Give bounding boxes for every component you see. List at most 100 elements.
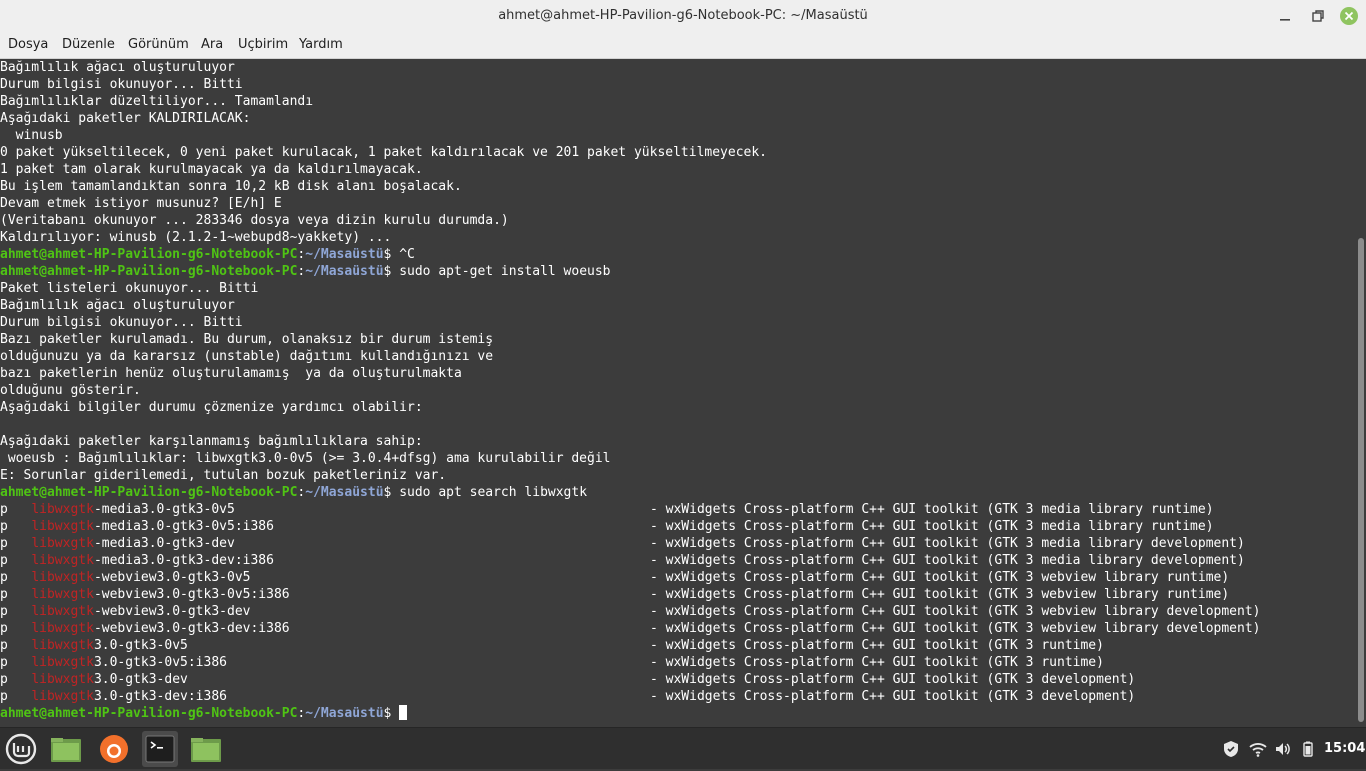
search-match: libwxgtk	[31, 638, 94, 653]
package-name-suffix: -media3.0-gtk3-dev	[93, 536, 235, 551]
package-row: p libwxgtk3.0-gtk3-dev:i386	[0, 688, 227, 705]
files-launcher[interactable]	[48, 731, 84, 767]
package-row: p libwxgtk-webview3.0-gtk3-0v5:i386	[0, 586, 290, 603]
prompt-path: ~/Masaüstü	[305, 485, 384, 500]
package-description: - wxWidgets Cross-platform C++ GUI toolk…	[650, 621, 1261, 636]
output-line: Bağımlılık ağacı oluşturuluyor	[0, 298, 235, 313]
prompt-line: ahmet@ahmet-HP-Pavilion-g6-Notebook-PC:~…	[0, 705, 408, 722]
prompt-symbol: $	[383, 264, 400, 279]
package-name-suffix: -webview3.0-gtk3-0v5	[93, 570, 251, 585]
package-name-suffix: -media3.0-gtk3-0v5	[93, 502, 235, 517]
package-status: p	[0, 672, 8, 687]
menubar: Dosya Düzenle Görünüm Ara Uçbirim Yardım	[0, 32, 1366, 59]
files-icon	[51, 738, 81, 762]
search-match: libwxgtk	[31, 587, 94, 602]
shield-icon[interactable]	[1222, 740, 1240, 758]
prompt-path: ~/Masaüstü	[305, 706, 384, 721]
menu-icon	[5, 733, 37, 765]
package-status: p	[0, 519, 8, 534]
maximize-icon[interactable]	[1309, 7, 1327, 25]
scrollbar-thumb[interactable]	[1358, 238, 1364, 722]
package-name-suffix: 3.0-gtk3-dev:i386	[93, 689, 227, 704]
package-description: - wxWidgets Cross-platform C++ GUI toolk…	[650, 689, 1136, 704]
prompt-symbol: $	[383, 706, 400, 721]
menu-edit[interactable]: Düzenle	[62, 32, 115, 58]
output-line: Aşağıdaki paketler karşılanmamış bağımlı…	[0, 434, 423, 449]
search-match: libwxgtk	[31, 553, 94, 568]
package-status: p	[0, 604, 8, 619]
menu-search[interactable]: Ara	[201, 32, 223, 58]
package-name-suffix: 3.0-gtk3-dev	[93, 672, 188, 687]
output-line: 0 paket yükseltilecek, 0 yeni paket kuru…	[0, 145, 768, 160]
window-title: ahmet@ahmet-HP-Pavilion-g6-Notebook-PC: …	[498, 8, 868, 23]
output-line: Aşağıdaki paketler KALDIRILACAK:	[0, 111, 251, 126]
prompt-symbol: $	[383, 485, 400, 500]
package-row: p libwxgtk-media3.0-gtk3-dev	[0, 535, 235, 552]
prompt-user: ahmet@ahmet-HP-Pavilion-g6-Notebook-PC	[0, 485, 298, 500]
menu-view[interactable]: Görünüm	[128, 32, 189, 58]
package-name-suffix: -webview3.0-gtk3-dev	[93, 604, 251, 619]
search-match: libwxgtk	[31, 570, 94, 585]
prompt-path: ~/Masaüstü	[305, 247, 384, 262]
output-line: (Veritabanı okunuyor ... 283346 dosya ve…	[0, 213, 509, 228]
package-row: p libwxgtk3.0-gtk3-0v5	[0, 637, 188, 654]
package-row: p libwxgtk-media3.0-gtk3-0v5	[0, 501, 235, 518]
package-name-suffix: 3.0-gtk3-0v5:i386	[93, 655, 227, 670]
menu-help[interactable]: Yardım	[299, 32, 343, 58]
command-text: sudo apt-get install woeusb	[399, 264, 611, 279]
search-match: libwxgtk	[31, 689, 94, 704]
package-name-suffix: 3.0-gtk3-0v5	[93, 638, 188, 653]
package-status: p	[0, 502, 8, 517]
package-description: - wxWidgets Cross-platform C++ GUI toolk…	[650, 536, 1245, 551]
minimize-icon[interactable]	[1276, 7, 1294, 25]
prompt-line: ahmet@ahmet-HP-Pavilion-g6-Notebook-PC:~…	[0, 484, 587, 501]
output-line: Bazı paketler kurulamadı. Bu durum, olan…	[0, 332, 494, 347]
package-status: p	[0, 536, 8, 551]
package-description: - wxWidgets Cross-platform C++ GUI toolk…	[650, 638, 1104, 653]
package-name-suffix: -webview3.0-gtk3-dev:i386	[93, 621, 290, 636]
battery-icon[interactable]	[1299, 740, 1317, 758]
package-name-suffix: -media3.0-gtk3-0v5:i386	[93, 519, 274, 534]
package-description: - wxWidgets Cross-platform C++ GUI toolk…	[650, 519, 1214, 534]
terminal-launcher[interactable]	[142, 731, 178, 767]
close-icon[interactable]	[1340, 7, 1358, 25]
package-row: p libwxgtk-media3.0-gtk3-dev:i386	[0, 552, 274, 569]
prompt-line: ahmet@ahmet-HP-Pavilion-g6-Notebook-PC:~…	[0, 246, 415, 263]
package-status: p	[0, 587, 8, 602]
output-line: Bağımlılık ağacı oluşturuluyor	[0, 60, 235, 75]
menu-file[interactable]: Dosya	[8, 32, 48, 58]
wifi-icon[interactable]	[1249, 740, 1267, 758]
menu-terminal[interactable]: Uçbirim	[238, 32, 288, 58]
window-titlebar: ahmet@ahmet-HP-Pavilion-g6-Notebook-PC: …	[0, 0, 1366, 32]
output-line: Durum bilgisi okunuyor... Bitti	[0, 315, 243, 330]
output-line: Durum bilgisi okunuyor... Bitti	[0, 77, 243, 92]
prompt-path: ~/Masaüstü	[305, 264, 384, 279]
output-line: E: Sorunlar giderilemedi, tutulan bozuk …	[0, 468, 447, 483]
terminal-output[interactable]: Bağımlılık ağacı oluşturuluyor Durum bilg…	[0, 59, 1366, 727]
package-row: p libwxgtk-media3.0-gtk3-0v5:i386	[0, 518, 274, 535]
package-description: - wxWidgets Cross-platform C++ GUI toolk…	[650, 655, 1104, 670]
search-match: libwxgtk	[31, 604, 94, 619]
package-description: - wxWidgets Cross-platform C++ GUI toolk…	[650, 587, 1230, 602]
package-status: p	[0, 655, 8, 670]
package-row: p libwxgtk3.0-gtk3-0v5:i386	[0, 654, 227, 671]
volume-icon[interactable]	[1274, 740, 1292, 758]
package-status: p	[0, 553, 8, 568]
command-text: ^C	[399, 247, 415, 262]
search-match: libwxgtk	[31, 672, 94, 687]
start-menu-button[interactable]	[3, 731, 39, 767]
output-line: bazı paketlerin henüz oluşturulamamış ya…	[0, 366, 462, 381]
prompt-user: ahmet@ahmet-HP-Pavilion-g6-Notebook-PC	[0, 247, 298, 262]
package-name-suffix: -webview3.0-gtk3-0v5:i386	[93, 587, 290, 602]
search-match: libwxgtk	[31, 519, 94, 534]
prompt-user: ahmet@ahmet-HP-Pavilion-g6-Notebook-PC	[0, 264, 298, 279]
folder-launcher[interactable]	[188, 731, 224, 767]
output-line: Paket listeleri okunuyor... Bitti	[0, 281, 259, 296]
package-status: p	[0, 689, 8, 704]
clock[interactable]: 15:04	[1324, 728, 1365, 769]
package-description: - wxWidgets Cross-platform C++ GUI toolk…	[650, 502, 1214, 517]
firefox-icon	[100, 735, 128, 763]
firefox-launcher[interactable]	[96, 731, 132, 767]
output-line: woeusb : Bağımlılıklar: libwxgtk3.0-0v5 …	[0, 451, 611, 466]
command-text: sudo apt search libwxgtk	[399, 485, 588, 500]
